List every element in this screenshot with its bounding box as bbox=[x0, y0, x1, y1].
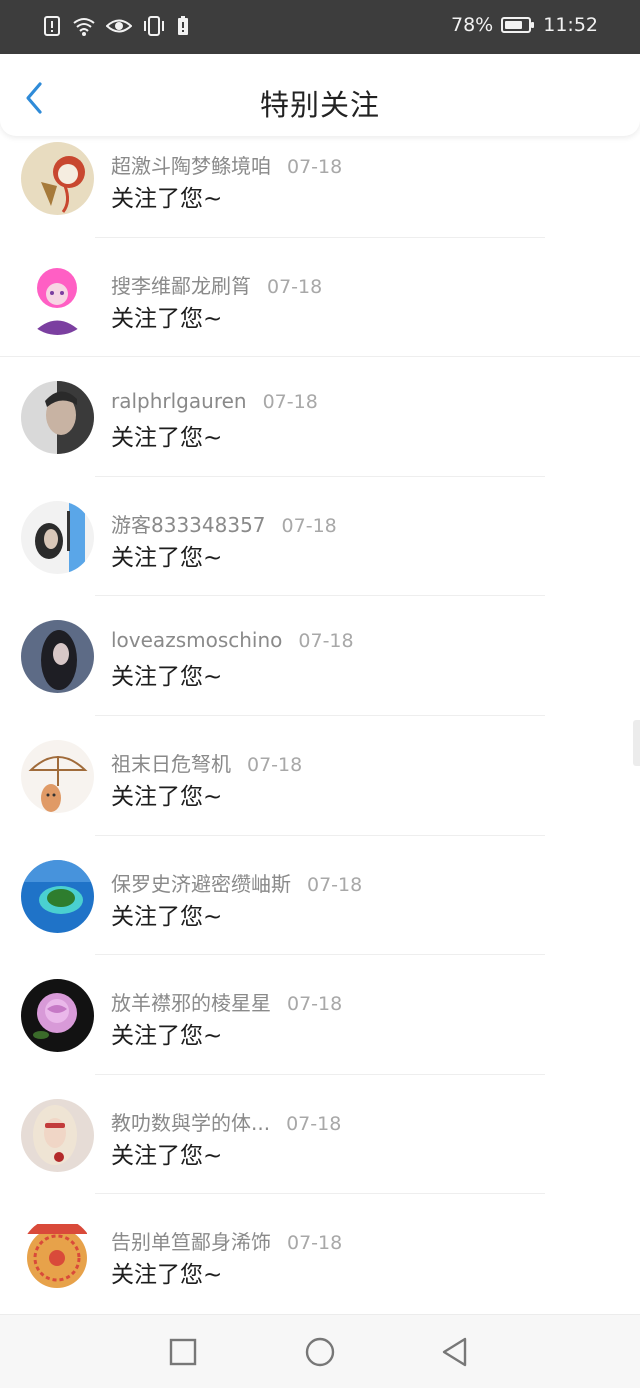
divider bbox=[95, 954, 545, 956]
follow-message: 关注了您~ bbox=[111, 1142, 223, 1169]
umbrella-finger-avatar bbox=[21, 740, 94, 813]
follow-date: 07-18 bbox=[307, 873, 363, 896]
follow-date: 07-18 bbox=[281, 514, 337, 537]
man-portrait-avatar bbox=[21, 381, 94, 455]
list-item[interactable]: 放羊襟邪的棱星星 07-18 关注了您~ bbox=[0, 973, 640, 1093]
navigation-bar bbox=[0, 1314, 640, 1388]
blonde-woman-avatar bbox=[21, 1098, 94, 1172]
list-item[interactable]: 保罗史济避密缵岫斯 07-18 关注了您~ bbox=[0, 854, 640, 974]
divider bbox=[95, 595, 545, 597]
user-name[interactable]: 保罗史济避密缵岫斯 bbox=[111, 872, 291, 896]
list-item[interactable]: 游客833348357 07-18 关注了您~ bbox=[0, 495, 640, 615]
list-item[interactable]: 教叻数與学的体... 07-18 关注了您~ bbox=[0, 1093, 640, 1213]
user-name[interactable]: 超激斗陶梦鲦境咱 bbox=[111, 154, 271, 178]
name-line: 告别单笪鄙身浠饰 07-18 bbox=[111, 1226, 342, 1255]
battery-percent: 78% bbox=[451, 14, 494, 36]
rose-avatar bbox=[21, 979, 94, 1053]
list-item[interactable]: 祖末日危弩机 07-18 关注了您~ bbox=[0, 734, 640, 854]
user-name[interactable]: 告别单笪鄙身浠饰 bbox=[111, 1230, 271, 1254]
follow-message: 关注了您~ bbox=[111, 305, 223, 332]
follow-message: 关注了您~ bbox=[111, 1262, 223, 1289]
list-item[interactable]: 搜李维鄙龙刷筲 07-18 关注了您~ bbox=[0, 256, 640, 376]
follower-list: 超激斗陶梦鲦境咱 07-18 关注了您~ 搜李维鄙龙刷筲 07-18 关注了您~ ralph… bbox=[0, 136, 640, 1314]
list-item[interactable]: 告别单笪鄙身浠饰 07-18 关注了您~ bbox=[0, 1212, 640, 1314]
user-name[interactable]: 搜李维鄙龙刷筲 bbox=[111, 274, 251, 298]
avatar[interactable] bbox=[21, 979, 94, 1053]
page-title: 特别关注 bbox=[259, 88, 380, 122]
user-name[interactable]: 放羊襟邪的棱星星 bbox=[111, 991, 271, 1015]
divider bbox=[95, 714, 545, 716]
name-line: 教叻数與学的体... 07-18 bbox=[111, 1107, 341, 1136]
list-item[interactable]: ralphrlgauren 07-18 关注了您~ bbox=[0, 375, 640, 495]
divider bbox=[95, 475, 545, 477]
user-name[interactable]: ralphrlgauren bbox=[111, 389, 247, 413]
avatar[interactable] bbox=[21, 142, 94, 215]
user-name[interactable]: 祖末日危弩机 bbox=[111, 752, 231, 776]
recent-apps-icon[interactable] bbox=[166, 1335, 200, 1369]
follow-date: 07-18 bbox=[287, 1232, 343, 1255]
divider bbox=[95, 1073, 545, 1075]
status-bar: 78% 11:52 bbox=[0, 0, 640, 54]
follow-date: 07-18 bbox=[247, 754, 303, 776]
home-icon[interactable] bbox=[303, 1335, 337, 1369]
pink-hair-anime-avatar bbox=[21, 261, 94, 335]
battery-fill bbox=[505, 21, 523, 29]
header: 特别关注 bbox=[0, 54, 640, 136]
follow-message: 关注了您~ bbox=[111, 425, 223, 452]
clock: 11:52 bbox=[543, 14, 598, 36]
avatar[interactable] bbox=[21, 1218, 94, 1292]
follow-message: 关注了您~ bbox=[111, 544, 223, 571]
name-line: ralphrlgauren 07-18 bbox=[111, 389, 318, 413]
eye-icon bbox=[106, 19, 132, 33]
user-name[interactable]: 游客833348357 bbox=[111, 513, 266, 537]
status-icons bbox=[42, 15, 190, 37]
name-line: 放羊襟邪的棱星星 07-18 bbox=[111, 987, 342, 1016]
divider bbox=[95, 834, 545, 836]
avatar[interactable] bbox=[21, 740, 94, 813]
list-item[interactable]: 超激斗陶梦鲦境咱 07-18 关注了您~ bbox=[0, 136, 640, 256]
follow-date: 07-18 bbox=[286, 1112, 342, 1135]
avatar[interactable] bbox=[21, 500, 94, 574]
divider bbox=[95, 236, 545, 238]
follow-message: 关注了您~ bbox=[111, 664, 223, 691]
back-icon[interactable] bbox=[438, 1335, 472, 1369]
follow-date: 07-18 bbox=[262, 391, 318, 414]
decorated-cake-avatar bbox=[21, 1218, 94, 1292]
name-line: 超激斗陶梦鲦境咱 07-18 bbox=[111, 150, 342, 179]
list-item[interactable]: loveazsmoschino 07-18 关注了您~ bbox=[0, 614, 640, 734]
user-name[interactable]: 教叻数與学的体... bbox=[111, 1111, 270, 1135]
avatar[interactable] bbox=[21, 261, 94, 335]
follow-date: 07-18 bbox=[267, 275, 323, 298]
follow-message: 关注了您~ bbox=[111, 186, 223, 212]
battery-icon bbox=[501, 17, 535, 33]
avatar[interactable] bbox=[21, 1098, 94, 1172]
follow-message: 关注了您~ bbox=[111, 784, 223, 810]
status-right: 78% 11:52 bbox=[451, 14, 598, 36]
name-line: 搜李维鄙龙刷筲 07-18 bbox=[111, 270, 322, 299]
follow-date: 07-18 bbox=[287, 156, 343, 178]
follow-date: 07-18 bbox=[287, 993, 343, 1016]
follow-message: 关注了您~ bbox=[111, 1023, 223, 1050]
divider bbox=[95, 1193, 545, 1195]
wifi-icon bbox=[73, 18, 95, 36]
name-line: loveazsmoschino 07-18 bbox=[111, 628, 354, 652]
battery-saver-icon bbox=[178, 16, 188, 35]
long-hair-girl-avatar bbox=[21, 620, 94, 694]
name-line: 游客833348357 07-18 bbox=[111, 509, 337, 538]
girl-with-text-avatar bbox=[21, 500, 94, 574]
avatar[interactable] bbox=[21, 859, 94, 933]
follow-message: 关注了您~ bbox=[111, 903, 223, 930]
alert-icon bbox=[44, 16, 60, 36]
follow-date: 07-18 bbox=[298, 630, 354, 653]
divider bbox=[0, 356, 640, 358]
user-name[interactable]: loveazsmoschino bbox=[111, 628, 282, 652]
name-line: 祖末日危弩机 07-18 bbox=[111, 748, 302, 777]
vibrate-icon bbox=[144, 16, 164, 36]
cartoon-girl-avatar bbox=[21, 142, 94, 215]
name-line: 保罗史济避密缵岫斯 07-18 bbox=[111, 868, 362, 897]
avatar[interactable] bbox=[21, 620, 94, 694]
side-scroll-handle[interactable] bbox=[633, 720, 640, 766]
island-avatar bbox=[21, 859, 94, 933]
avatar[interactable] bbox=[21, 381, 94, 455]
